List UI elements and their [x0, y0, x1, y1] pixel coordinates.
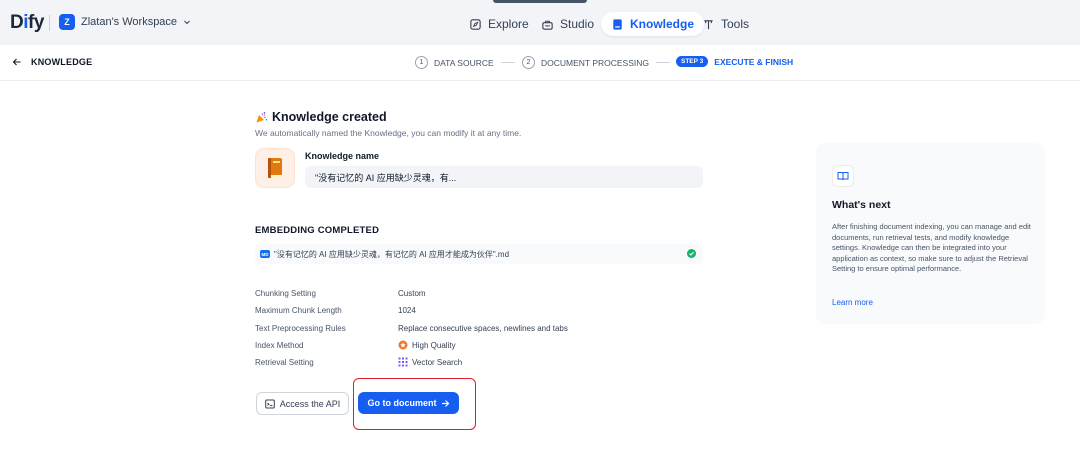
- step-document-processing: 2 DOCUMENT PROCESSING: [522, 56, 649, 69]
- terminal-icon: [264, 399, 275, 408]
- window-grabber: [493, 0, 587, 3]
- check-circle-icon: [687, 249, 696, 258]
- knowledge-icon: [613, 18, 622, 30]
- setting-label: Text Preprocessing Rules: [255, 324, 346, 333]
- workspace-selector[interactable]: Z Zlatan's Workspace: [59, 14, 191, 30]
- setting-value: High Quality: [398, 340, 456, 350]
- dify-logo[interactable]: Dify: [10, 12, 44, 34]
- nav-tools-label: Tools: [721, 17, 750, 31]
- workspace-avatar: Z: [59, 14, 75, 30]
- logo-part: fy: [28, 12, 44, 33]
- step-bar: KNOWLEDGE 1 DATA SOURCE 2 DOCUMENT PROCE…: [0, 45, 1080, 81]
- whats-next-body: After finishing document indexing, you c…: [832, 222, 1031, 273]
- access-api-label: Access the API: [279, 398, 341, 409]
- knowledge-name-input[interactable]: [305, 166, 703, 188]
- step-connector: [501, 62, 515, 63]
- arrow-left-icon: [12, 58, 21, 66]
- whats-next-card: What's next After finishing document ind…: [816, 143, 1045, 324]
- nav-knowledge[interactable]: Knowledge: [601, 12, 705, 36]
- setting-value: 1024: [398, 306, 416, 315]
- setting-value: Custom: [398, 289, 426, 298]
- party-icon: [256, 111, 268, 122]
- learn-more-link[interactable]: Learn more: [832, 298, 873, 307]
- nav-studio[interactable]: Studio: [531, 12, 604, 36]
- setting-value: Vector Search: [398, 357, 462, 367]
- step-label: EXECUTE & FINISH: [714, 56, 794, 67]
- embedded-file-row: MD "没有记忆的 AI 应用缺少灵魂，有记忆的 AI 应用才能成为伙伴".md: [255, 244, 703, 264]
- workspace-name: Zlatan's Workspace: [81, 16, 178, 28]
- open-book-icon: [832, 165, 854, 187]
- md-file-icon: MD: [260, 250, 270, 258]
- tools-icon: [704, 19, 713, 29]
- nav-tools[interactable]: Tools: [692, 12, 759, 36]
- access-api-button[interactable]: Access the API: [256, 392, 349, 415]
- setting-value-text: 1024: [398, 306, 416, 315]
- setting-value-text: Vector Search: [412, 357, 463, 367]
- step-execute-finish: STEP 3 EXECUTE & FINISH: [676, 56, 793, 67]
- chevron-down-icon: [184, 20, 190, 25]
- setting-label: Index Method: [255, 341, 304, 350]
- file-name: "没有记忆的 AI 应用缺少灵魂，有记忆的 AI 应用才能成为伙伴".md: [274, 249, 510, 259]
- page-title-text: Knowledge created: [272, 110, 387, 124]
- top-navbar: Dify Z Zlatan's Workspace Explore Studio…: [0, 0, 1080, 45]
- vector-search-icon: [398, 357, 408, 367]
- step-number: 2: [522, 56, 535, 69]
- step-connector: [656, 62, 670, 63]
- setting-value-text: Replace consecutive spaces, newlines and…: [398, 324, 568, 333]
- step-label: DOCUMENT PROCESSING: [541, 57, 649, 68]
- logo-part: D: [10, 12, 24, 33]
- page-title: Knowledge created: [255, 110, 387, 124]
- highlight-annotation: [353, 378, 476, 430]
- knowledge-icon-picker[interactable]: [255, 148, 295, 188]
- page-subtitle: We automatically named the Knowledge, yo…: [255, 128, 522, 138]
- setting-value-text: Custom: [398, 289, 426, 298]
- step-number: 1: [415, 56, 428, 69]
- knowledge-name-label: Knowledge name: [305, 151, 380, 161]
- high-quality-icon: [398, 340, 408, 350]
- back-label: KNOWLEDGE: [31, 57, 93, 67]
- nav-explore-label: Explore: [488, 17, 529, 31]
- nav-explore[interactable]: Explore: [459, 12, 539, 36]
- embedding-status-title: EMBEDDING COMPLETED: [255, 225, 380, 236]
- whats-next-title: What's next: [832, 199, 891, 211]
- step-label: DATA SOURCE: [434, 57, 494, 68]
- setting-value-text: High Quality: [412, 340, 456, 350]
- nav-knowledge-label: Knowledge: [630, 17, 695, 31]
- back-to-knowledge[interactable]: KNOWLEDGE: [12, 57, 92, 67]
- setting-label: Retrieval Setting: [255, 358, 314, 367]
- setting-label: Chunking Setting: [255, 289, 316, 298]
- step-data-source: 1 DATA SOURCE: [415, 56, 494, 69]
- book-icon: [268, 158, 282, 178]
- explore-icon: [470, 18, 481, 30]
- divider: [49, 15, 50, 31]
- setting-label: Maximum Chunk Length: [255, 306, 342, 315]
- setting-value: Replace consecutive spaces, newlines and…: [398, 324, 568, 333]
- step-pill: STEP 3: [676, 56, 709, 67]
- studio-icon: [542, 20, 553, 30]
- nav-studio-label: Studio: [560, 17, 595, 31]
